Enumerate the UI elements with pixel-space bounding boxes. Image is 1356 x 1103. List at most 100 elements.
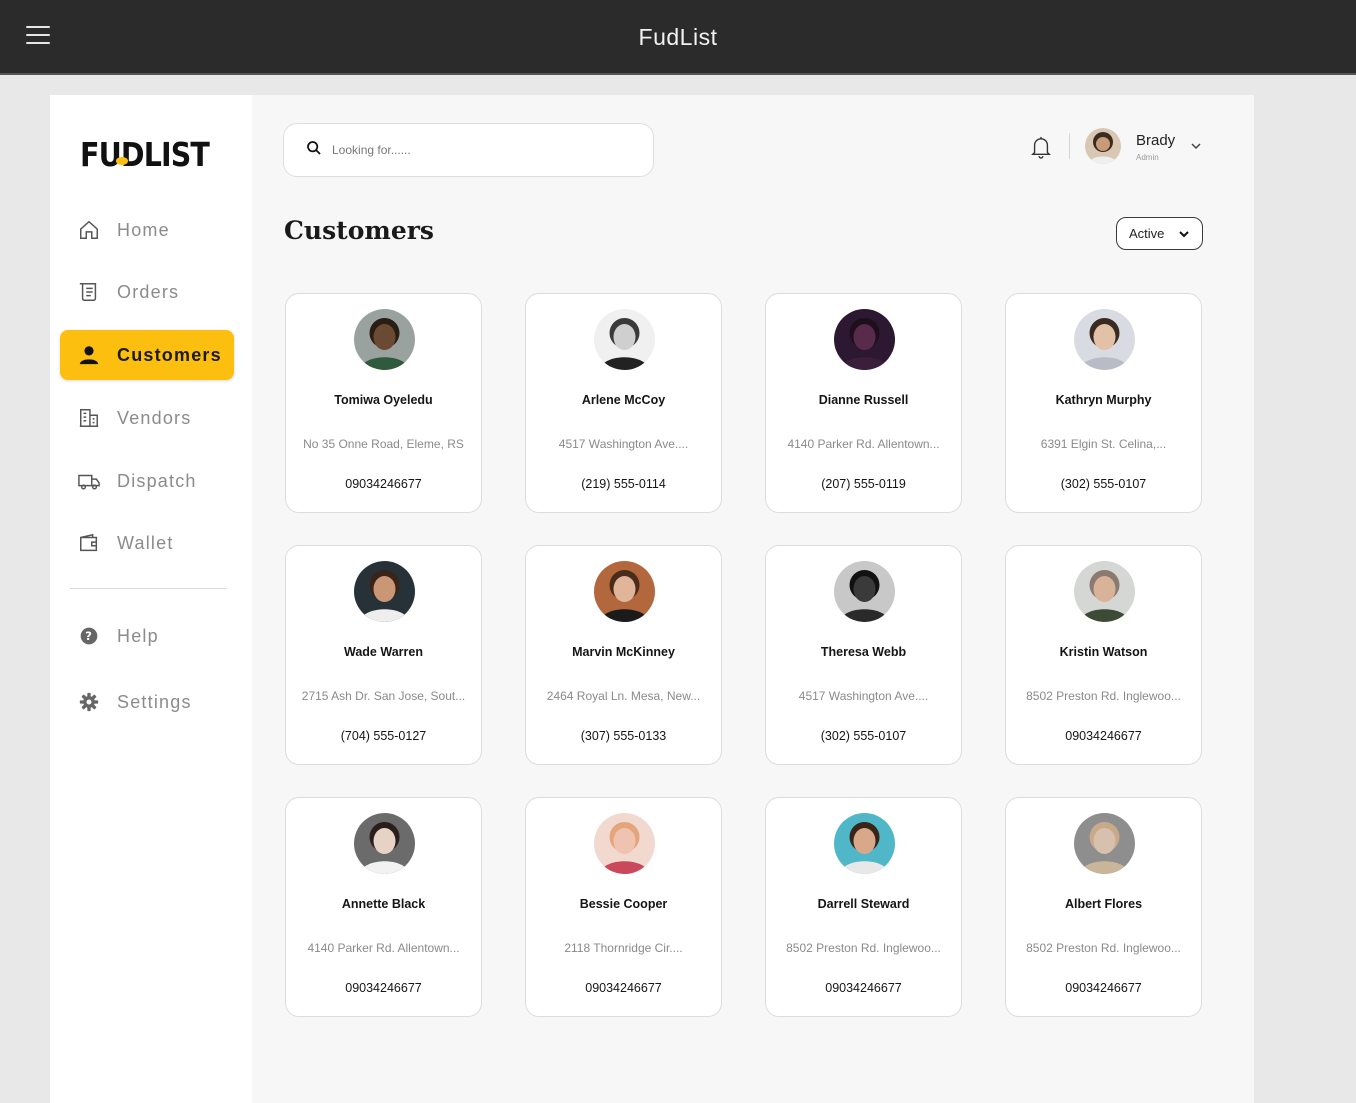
customer-avatar (594, 813, 655, 874)
logo-text: FUDLIST (80, 135, 210, 171)
customer-phone: 09034246677 (825, 981, 902, 995)
truck-icon (77, 469, 101, 493)
sidebar-item-customers[interactable]: Customers (60, 330, 234, 380)
customer-address: No 35 Onne Road, Eleme, RS (303, 437, 464, 451)
customer-address: 4140 Parker Rd. Allentown... (307, 941, 460, 955)
sidebar-divider (70, 588, 227, 589)
customer-address: 4517 Washington Ave.... (798, 689, 929, 703)
customer-phone: 09034246677 (345, 477, 422, 491)
sidebar-item-orders[interactable]: Orders (60, 267, 234, 317)
user-avatar[interactable] (1085, 128, 1121, 164)
customer-address: 2118 Thornridge Cir.... (564, 941, 683, 955)
search-input[interactable] (332, 143, 612, 157)
customer-name: Kristin Watson (1059, 645, 1148, 659)
customer-phone: (704) 555-0127 (340, 729, 427, 743)
customer-phone: 09034246677 (345, 981, 422, 995)
customer-avatar (354, 813, 415, 874)
bell-icon[interactable] (1030, 135, 1052, 159)
customer-card[interactable]: Darrell Steward 8502 Preston Rd. Inglewoo… (765, 797, 962, 1017)
customer-address: 8502 Preston Rd. Inglewoo... (1026, 941, 1181, 955)
sidebar-item-label: Dispatch (117, 470, 197, 491)
person-icon (77, 343, 101, 367)
customer-avatar (1074, 561, 1135, 622)
customer-card[interactable]: Dianne Russell 4140 Parker Rd. Allentown.… (765, 293, 962, 513)
customer-phone: (302) 555-0107 (1060, 477, 1147, 491)
app-title: FudList (638, 24, 718, 50)
customer-name: Annette Black (341, 897, 426, 911)
customer-avatar (594, 561, 655, 622)
gear-icon (77, 690, 101, 714)
sidebar-item-label: Help (117, 625, 159, 646)
sidebar: FUDLIST Home Orders Customers Vendors Di… (50, 95, 252, 1103)
customer-name: Wade Warren (344, 645, 423, 659)
customer-card[interactable]: Wade Warren 2715 Ash Dr. San Jose, Sout..… (285, 545, 482, 765)
help-icon: ? (77, 624, 101, 648)
sidebar-item-vendors[interactable]: Vendors (60, 393, 234, 443)
sidebar-item-label: Orders (117, 281, 180, 302)
wallet-icon (77, 531, 101, 555)
dashboard-frame: FUDLIST Home Orders Customers Vendors Di… (50, 95, 1254, 1103)
customer-address: 2715 Ash Dr. San Jose, Sout... (301, 689, 466, 703)
building-icon (77, 406, 101, 430)
customer-name: Arlene McCoy (581, 393, 666, 407)
customer-card[interactable]: Albert Flores 8502 Preston Rd. Inglewoo..… (1005, 797, 1202, 1017)
sidebar-item-dispatch[interactable]: Dispatch (60, 456, 234, 506)
customer-avatar (1074, 813, 1135, 874)
page-title: Customers (284, 216, 434, 245)
sidebar-item-label: Settings (117, 691, 192, 712)
customer-card[interactable]: Tomiwa Oyeledu No 35 Onne Road, Eleme, RS… (285, 293, 482, 513)
customer-name: Darrell Steward (817, 897, 910, 911)
status-filter-value: Active (1129, 226, 1165, 241)
customer-address: 8502 Preston Rd. Inglewoo... (786, 941, 941, 955)
customer-name: Marvin McKinney (572, 645, 675, 659)
sidebar-item-settings[interactable]: Settings (60, 677, 234, 727)
customer-avatar (834, 309, 895, 370)
customer-card[interactable]: Annette Black 4140 Parker Rd. Allentown..… (285, 797, 482, 1017)
customer-phone: 09034246677 (1065, 981, 1142, 995)
customer-address: 6391 Elgin St. Celina,... (1040, 437, 1167, 451)
home-icon (77, 218, 101, 242)
customer-phone: 09034246677 (1065, 729, 1142, 743)
search-bar (283, 123, 654, 177)
sidebar-item-label: Vendors (117, 407, 192, 428)
sidebar-item-wallet[interactable]: Wallet (60, 518, 234, 568)
sidebar-item-help[interactable]: ? Help (60, 611, 234, 661)
fudlist-logo[interactable]: FUDLIST (79, 135, 211, 171)
customer-card[interactable]: Arlene McCoy 4517 Washington Ave.... (219)… (525, 293, 722, 513)
customer-phone: 09034246677 (585, 981, 662, 995)
app-header: FudList (0, 0, 1356, 75)
customer-address: 4517 Washington Ave.... (558, 437, 689, 451)
customer-address: 4140 Parker Rd. Allentown... (787, 437, 940, 451)
customer-card[interactable]: Marvin McKinney 2464 Royal Ln. Mesa, New.… (525, 545, 722, 765)
sidebar-item-label: Wallet (117, 532, 174, 553)
customer-avatar (1074, 309, 1135, 370)
header-separator (1069, 133, 1070, 159)
status-filter-select[interactable]: Active (1116, 217, 1203, 250)
chevron-down-icon (1179, 231, 1189, 238)
chevron-down-icon[interactable] (1189, 139, 1203, 153)
customer-avatar (834, 813, 895, 874)
search-icon (306, 140, 322, 161)
customer-phone: (219) 555-0114 (581, 477, 666, 491)
customer-phone: (302) 555-0107 (820, 729, 907, 743)
receipt-icon (77, 280, 101, 304)
customer-address: 8502 Preston Rd. Inglewoo... (1026, 689, 1181, 703)
svg-text:?: ? (85, 629, 93, 643)
customer-phone: (207) 555-0119 (821, 477, 906, 491)
customer-avatar (594, 309, 655, 370)
user-role: Admin (1136, 153, 1159, 162)
customer-name: Tomiwa Oyeledu (334, 393, 433, 407)
customer-name: Albert Flores (1064, 897, 1143, 911)
customer-card[interactable]: Kristin Watson 8502 Preston Rd. Inglewoo.… (1005, 545, 1202, 765)
customer-avatar (834, 561, 895, 622)
customer-card[interactable]: Bessie Cooper 2118 Thornridge Cir.... 0903… (525, 797, 722, 1017)
customer-card[interactable]: Theresa Webb 4517 Washington Ave.... (302)… (765, 545, 962, 765)
customer-address: 2464 Royal Ln. Mesa, New... (546, 689, 701, 703)
customer-card[interactable]: Kathryn Murphy 6391 Elgin St. Celina,... (… (1005, 293, 1202, 513)
sidebar-item-label: Home (117, 219, 170, 240)
customer-avatar (354, 561, 415, 622)
customer-name: Dianne Russell (818, 393, 909, 407)
customer-name: Kathryn Murphy (1055, 393, 1152, 407)
user-name: Brady (1136, 132, 1176, 149)
sidebar-item-home[interactable]: Home (60, 205, 234, 255)
